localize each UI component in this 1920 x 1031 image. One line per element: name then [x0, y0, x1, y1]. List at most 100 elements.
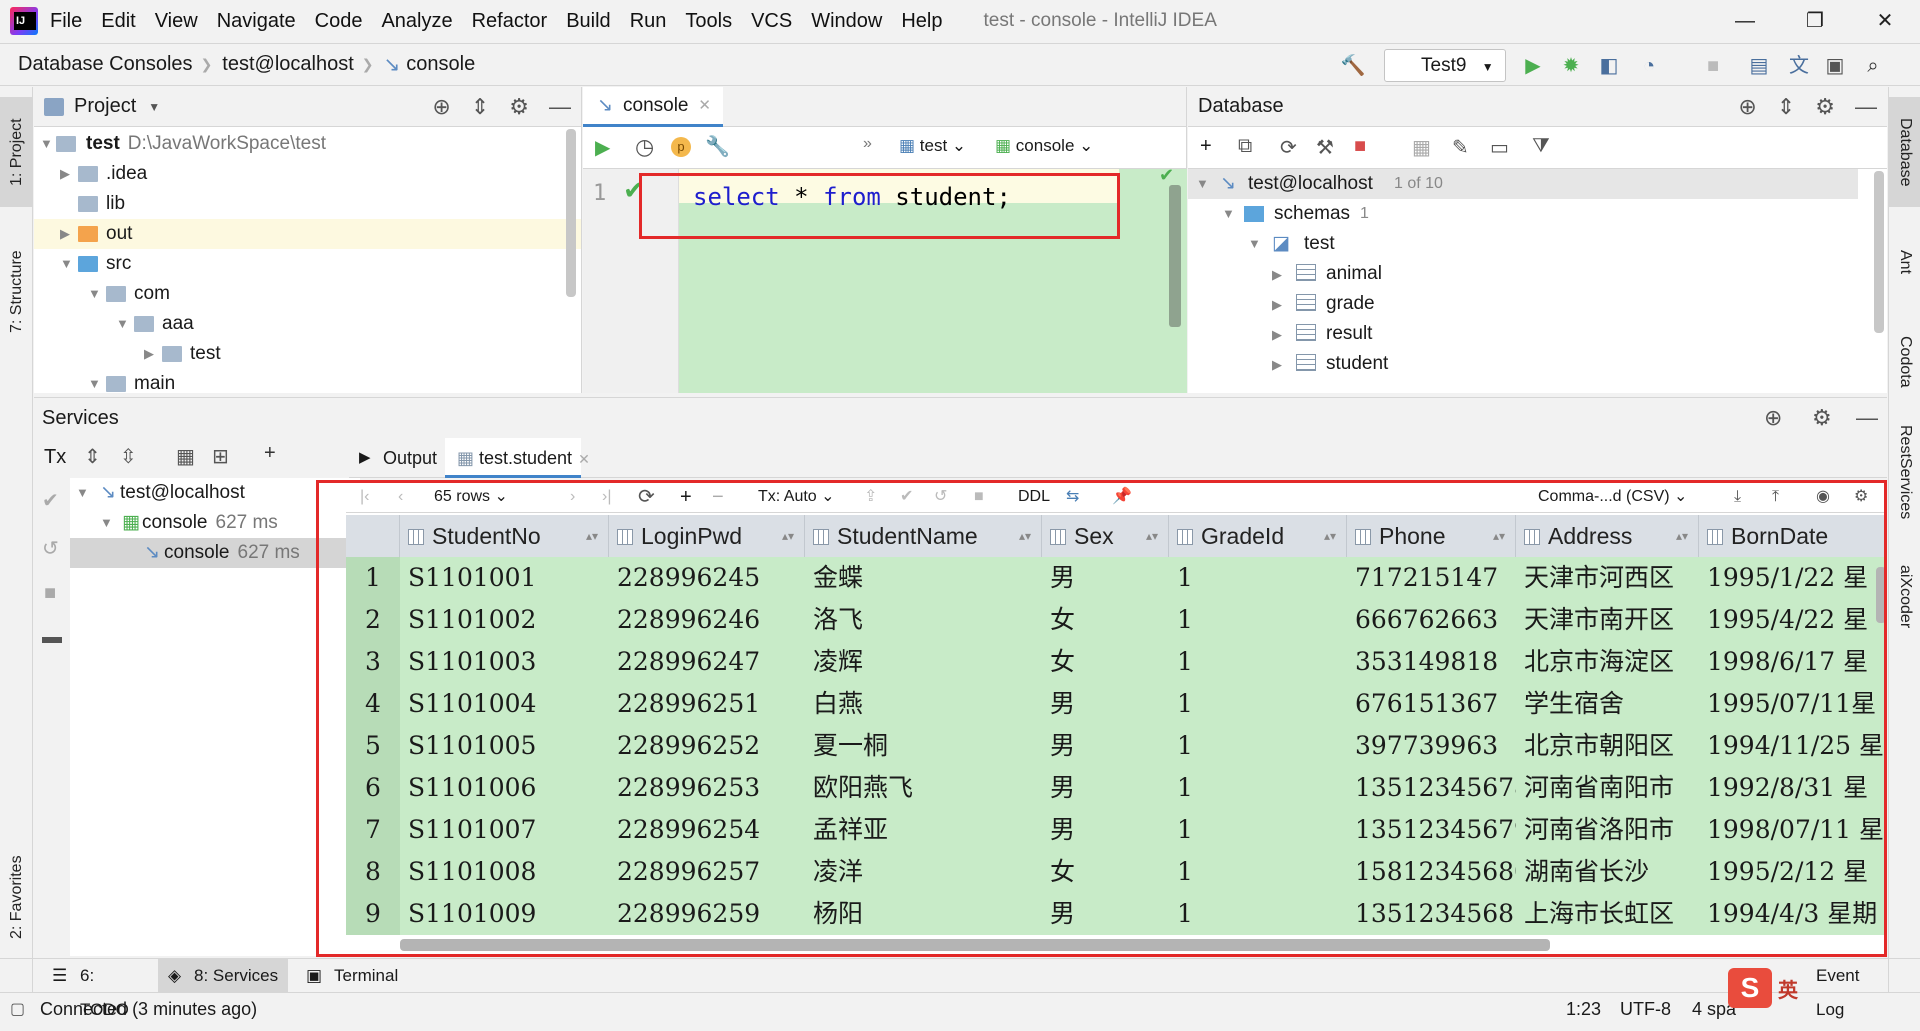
tab-console[interactable]: ↘ console ✕	[583, 87, 723, 127]
database-tool-tab[interactable]: Database	[1889, 97, 1920, 207]
breadcrumb-connection[interactable]: test@localhost	[222, 53, 353, 76]
collapse-all-icon[interactable]: ⇕	[471, 94, 489, 120]
services-tool-tab[interactable]: ◈ 8: Services	[158, 959, 288, 993]
menu-edit[interactable]: Edit	[101, 10, 135, 33]
sogou-input-icon[interactable]: S	[1728, 968, 1772, 1008]
caret-position[interactable]: 1:23	[1566, 993, 1601, 1026]
build-hammer-icon[interactable]: 🔨	[1340, 53, 1366, 79]
aixcoder-tool-tab[interactable]: aiXcoder	[1889, 547, 1920, 647]
search-icon[interactable]: ⌕	[1860, 53, 1886, 79]
project-tool-tab[interactable]: 1: Project	[0, 97, 33, 207]
minimize-icon[interactable]: —	[1710, 0, 1780, 42]
close-icon[interactable]: ✕	[1850, 0, 1920, 42]
close-tab-icon[interactable]: ✕	[578, 451, 590, 467]
menu-file[interactable]: File	[50, 10, 82, 33]
expand-all-icon[interactable]: ⇕	[84, 444, 101, 469]
execute-icon[interactable]: ▶	[595, 135, 610, 160]
disconnect-icon[interactable]: ■	[1354, 135, 1366, 158]
tree-item-com[interactable]: ▼ com	[34, 279, 581, 309]
copy-icon[interactable]: ⧉	[1238, 135, 1252, 158]
properties-icon[interactable]: ⚒	[1316, 135, 1334, 160]
status-layout-icon[interactable]: ▢	[10, 993, 25, 1026]
menu-navigate[interactable]: Navigate	[217, 10, 296, 33]
menu-view[interactable]: View	[155, 10, 198, 33]
project-scrollbar[interactable]	[566, 129, 576, 297]
stop-icon[interactable]: ■	[1700, 53, 1726, 79]
tx-button[interactable]: Tx	[44, 446, 66, 469]
tree-table-grade[interactable]: ▶ grade	[1272, 289, 1375, 319]
settings-wrench-icon[interactable]: 🔧	[705, 134, 730, 159]
tree-item-aaa[interactable]: ▼ aaa	[34, 309, 581, 339]
tree-item-out[interactable]: ▶ out	[34, 219, 581, 249]
breadcrumb-database-consoles[interactable]: Database Consoles	[18, 53, 193, 76]
console-sql-icon[interactable]: ▭	[1490, 135, 1509, 160]
hide-icon[interactable]: —	[1855, 94, 1877, 120]
filter-icon[interactable]: ⧩	[1532, 135, 1550, 158]
rollback-icon[interactable]: ↺	[42, 536, 59, 561]
locate-icon[interactable]: ⊕	[1764, 398, 1782, 438]
menu-code[interactable]: Code	[315, 10, 363, 33]
tree-item-main[interactable]: ▼ main	[34, 369, 581, 399]
hide-icon[interactable]: —	[1856, 398, 1878, 438]
group-icon[interactable]: ▦	[176, 444, 195, 469]
coverage-icon[interactable]: ◧	[1596, 53, 1622, 79]
chevron-down-icon[interactable]: ▼	[148, 100, 160, 114]
gear-icon[interactable]: ⚙	[509, 94, 529, 120]
menu-analyze[interactable]: Analyze	[381, 10, 452, 33]
file-encoding[interactable]: UTF-8	[1620, 993, 1671, 1026]
session-select[interactable]: ▦ console ⌄	[995, 136, 1093, 156]
editor-scrollbar[interactable]	[1169, 185, 1181, 327]
tree-item-root[interactable]: ▼ test D:\JavaWorkSpace\test	[34, 129, 581, 159]
history-icon[interactable]: ◷	[635, 134, 654, 160]
ime-english-icon[interactable]: 英	[1778, 974, 1798, 1003]
profile-icon[interactable]: ◔	[1636, 53, 1662, 79]
tree-item-test-pkg[interactable]: ▶ test	[34, 339, 581, 369]
tree-connection[interactable]: ▼ ↘ test@localhost 1 of 10	[1188, 169, 1858, 199]
translate-icon[interactable]: 文	[1786, 53, 1812, 79]
tree-table-animal[interactable]: ▶ animal	[1272, 259, 1382, 289]
menu-window[interactable]: Window	[811, 10, 882, 33]
locate-icon[interactable]: ⊕	[432, 94, 450, 120]
tab-test-student[interactable]: ▦ test.student ✕	[445, 438, 590, 478]
collapse-all-icon[interactable]: ⇳	[120, 444, 137, 469]
tree-item-src[interactable]: ▼ src	[34, 249, 581, 279]
filter-icon[interactable]: ⊞	[212, 444, 229, 469]
gear-icon[interactable]: ⚙	[1815, 94, 1835, 120]
refresh-icon[interactable]: ⟳	[1280, 135, 1297, 160]
edit-icon[interactable]: ✎	[1452, 135, 1469, 160]
project-structure-icon[interactable]: ▤	[1746, 53, 1772, 79]
terminal-tool-tab[interactable]: ▣ Terminal	[298, 959, 418, 993]
tree-schemas[interactable]: ▼ schemas 1	[1188, 199, 1858, 229]
more-icon[interactable]: »	[863, 135, 872, 153]
menu-tools[interactable]: Tools	[685, 10, 732, 33]
codota-tool-tab[interactable]: Codota	[1889, 322, 1920, 402]
close-tab-icon[interactable]: ✕	[698, 87, 711, 125]
favorites-tool-tab[interactable]: 2: Favorites	[0, 827, 33, 967]
run-icon[interactable]: ▶	[1520, 53, 1546, 79]
tree-item-lib[interactable]: lib	[34, 189, 581, 219]
restore-icon[interactable]: ❐	[1780, 0, 1850, 42]
restservices-tool-tab[interactable]: RestServices	[1889, 412, 1920, 532]
tree-table-result[interactable]: ▶ result	[1272, 319, 1372, 349]
menu-run[interactable]: Run	[630, 10, 667, 33]
parameters-icon[interactable]: p	[671, 137, 691, 157]
tree-table-student[interactable]: ▶ student	[1272, 349, 1388, 379]
tree-item-idea[interactable]: ▶ .idea	[34, 159, 581, 189]
database-scrollbar[interactable]	[1874, 171, 1884, 333]
collapse-all-icon[interactable]: ⇕	[1777, 94, 1795, 120]
ant-tool-tab[interactable]: Ant	[1889, 227, 1920, 297]
project-panel-title[interactable]: Project	[74, 95, 136, 118]
menu-refactor[interactable]: Refactor	[472, 10, 548, 33]
tab-output[interactable]: ▶ Output	[349, 438, 445, 478]
todo-tool-tab[interactable]: ☰ 6: TODO	[44, 959, 144, 1019]
breadcrumb-console[interactable]: console	[406, 53, 475, 76]
locate-icon[interactable]: ⊕	[1738, 94, 1756, 120]
menu-build[interactable]: Build	[566, 10, 610, 33]
menu-vcs[interactable]: VCS	[751, 10, 792, 33]
stop-icon[interactable]: ■	[44, 582, 56, 605]
commit-check-icon[interactable]: ✔	[42, 488, 59, 513]
debug-icon[interactable]: ✹	[1558, 53, 1584, 79]
layout-icon[interactable]: ▬	[42, 626, 62, 649]
add-service-icon[interactable]: +	[264, 442, 276, 465]
gear-icon[interactable]: ⚙	[1812, 398, 1832, 438]
